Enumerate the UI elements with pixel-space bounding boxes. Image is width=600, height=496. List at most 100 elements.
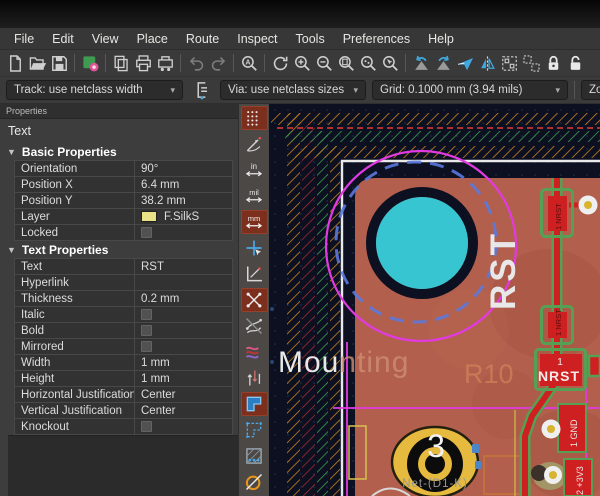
property-value-orientation[interactable]: 90° bbox=[135, 161, 232, 176]
rotate-cw-icon[interactable] bbox=[432, 52, 454, 75]
auto-track-width-button[interactable] bbox=[189, 78, 214, 102]
pad-gnd[interactable]: 1 GND bbox=[558, 404, 586, 452]
pcb-canvas[interactable]: RST Mounting R10 1 NRST bbox=[269, 104, 600, 496]
svg-text:1: 1 bbox=[557, 357, 563, 368]
property-value-position-x[interactable]: 6.4 mm bbox=[135, 177, 232, 192]
measure-icon[interactable] bbox=[241, 262, 268, 286]
open-board-icon[interactable] bbox=[26, 52, 48, 75]
mounting-silkscreen-text[interactable]: Mounting bbox=[278, 346, 409, 379]
property-value-locked[interactable] bbox=[135, 225, 232, 240]
window-titlebar[interactable] bbox=[0, 0, 600, 28]
undo-icon[interactable] bbox=[185, 52, 207, 75]
rotate-ccw-icon[interactable] bbox=[410, 52, 432, 75]
property-value-text[interactable]: RST bbox=[135, 259, 232, 274]
mirror-icon[interactable] bbox=[476, 52, 498, 75]
flip-board-view-icon[interactable] bbox=[454, 52, 476, 75]
menu-view[interactable]: View bbox=[83, 30, 128, 48]
menu-inspect[interactable]: Inspect bbox=[228, 30, 286, 48]
zoom-dropdown[interactable]: Zoom bbox=[581, 80, 600, 100]
property-label: Thickness bbox=[15, 291, 135, 306]
refresh-icon[interactable] bbox=[269, 52, 291, 75]
zone-outline-icon[interactable] bbox=[241, 418, 268, 442]
track-width-dropdown[interactable]: Track: use netclass width ▾ bbox=[6, 80, 183, 100]
via[interactable] bbox=[544, 466, 562, 484]
menu-place[interactable]: Place bbox=[128, 30, 177, 48]
units-inches-icon[interactable] bbox=[241, 158, 268, 182]
mounting-hole-drill[interactable] bbox=[376, 197, 468, 289]
via-size-dropdown[interactable]: Via: use netclass sizes ▾ bbox=[220, 80, 366, 100]
menu-preferences[interactable]: Preferences bbox=[334, 30, 419, 48]
lock-icon[interactable] bbox=[542, 52, 564, 75]
menu-edit[interactable]: Edit bbox=[43, 30, 83, 48]
zoom-fit-page-icon[interactable] bbox=[335, 52, 357, 75]
property-value-vertical-justification[interactable]: Center bbox=[135, 403, 232, 418]
mirrored-checkbox[interactable] bbox=[141, 341, 152, 352]
cursor-shape-icon[interactable] bbox=[241, 236, 268, 260]
zone-fill-icon[interactable] bbox=[241, 392, 268, 416]
property-value-italic[interactable] bbox=[135, 307, 232, 322]
net-highlight-icon[interactable] bbox=[241, 366, 268, 390]
ratsnest-curved-icon[interactable] bbox=[241, 314, 268, 338]
rst-silkscreen-text[interactable]: RST bbox=[484, 231, 523, 310]
bold-checkbox[interactable] bbox=[141, 325, 152, 336]
group-icon[interactable] bbox=[498, 52, 520, 75]
property-value-layer[interactable]: F.SilkS bbox=[135, 209, 232, 224]
property-value-thickness[interactable]: 0.2 mm bbox=[135, 291, 232, 306]
locked-checkbox[interactable] bbox=[141, 227, 152, 238]
menu-file[interactable]: File bbox=[5, 30, 43, 48]
menu-help[interactable]: Help bbox=[419, 30, 463, 48]
pad-sketch-icon[interactable] bbox=[241, 470, 268, 494]
unlock-icon[interactable] bbox=[564, 52, 586, 75]
pad-nrst-main[interactable]: 1 NRST bbox=[536, 350, 586, 390]
toolbar-separator bbox=[74, 54, 75, 72]
zoom-in-icon[interactable] bbox=[291, 52, 313, 75]
menu-tools[interactable]: Tools bbox=[287, 30, 334, 48]
property-value-position-y[interactable]: 38.2 mm bbox=[135, 193, 232, 208]
find-icon[interactable] bbox=[238, 52, 260, 75]
grid-dropdown[interactable]: Grid: 0.1000 mm (3.94 mils) ▾ bbox=[372, 80, 568, 100]
pad-3v3[interactable]: 2 +3V3 bbox=[564, 459, 592, 496]
zoom-out-icon[interactable] bbox=[313, 52, 335, 75]
pad-partial[interactable] bbox=[589, 356, 600, 376]
property-value-knockout[interactable] bbox=[135, 419, 232, 434]
via-dim[interactable] bbox=[270, 360, 274, 364]
ungroup-icon[interactable] bbox=[520, 52, 542, 75]
units-mils-icon[interactable] bbox=[241, 184, 268, 208]
zoom-fit-objects-icon[interactable] bbox=[357, 52, 379, 75]
polar-coords-icon[interactable] bbox=[241, 132, 268, 156]
property-value-mirrored[interactable] bbox=[135, 339, 232, 354]
plot-icon[interactable] bbox=[154, 52, 176, 75]
property-label: Layer bbox=[15, 209, 135, 224]
property-value-width[interactable]: 1 mm bbox=[135, 355, 232, 370]
toolbar-separator bbox=[264, 54, 265, 72]
section-header-text-properties[interactable]: ▼Text Properties bbox=[0, 241, 238, 259]
zoom-selection-icon[interactable] bbox=[379, 52, 401, 75]
property-row-thickness: Thickness0.2 mm bbox=[14, 290, 233, 307]
redo-icon[interactable] bbox=[207, 52, 229, 75]
grid-dots-icon[interactable] bbox=[241, 106, 268, 130]
property-value-bold[interactable] bbox=[135, 323, 232, 338]
knockout-checkbox[interactable] bbox=[141, 421, 152, 432]
save-icon[interactable] bbox=[48, 52, 70, 75]
italic-checkbox[interactable] bbox=[141, 309, 152, 320]
property-value-hyperlink[interactable] bbox=[135, 275, 232, 290]
via-dim[interactable] bbox=[270, 307, 274, 311]
net-colors-icon[interactable] bbox=[241, 340, 268, 364]
property-value-height[interactable]: 1 mm bbox=[135, 371, 232, 386]
via[interactable] bbox=[579, 196, 598, 215]
property-row-horizontal-justification: Horizontal JustificationCenter bbox=[14, 386, 233, 403]
units-mm-icon[interactable] bbox=[241, 210, 268, 234]
layer-color-swatch[interactable] bbox=[141, 211, 157, 222]
print-icon[interactable] bbox=[132, 52, 154, 75]
ratsnest-icon[interactable] bbox=[241, 288, 268, 312]
via[interactable] bbox=[542, 420, 561, 439]
new-board-icon[interactable] bbox=[4, 52, 26, 75]
svg-text:1 GND: 1 GND bbox=[569, 419, 579, 447]
page-settings-icon[interactable] bbox=[110, 52, 132, 75]
board-setup-icon[interactable] bbox=[79, 52, 101, 75]
property-value-horizontal-justification[interactable]: Center bbox=[135, 387, 232, 402]
zone-sketch-icon[interactable] bbox=[241, 444, 268, 468]
r10-reference-text[interactable]: R10 bbox=[464, 359, 514, 389]
menu-route[interactable]: Route bbox=[177, 30, 228, 48]
section-header-basic-properties[interactable]: ▼Basic Properties bbox=[0, 143, 238, 161]
